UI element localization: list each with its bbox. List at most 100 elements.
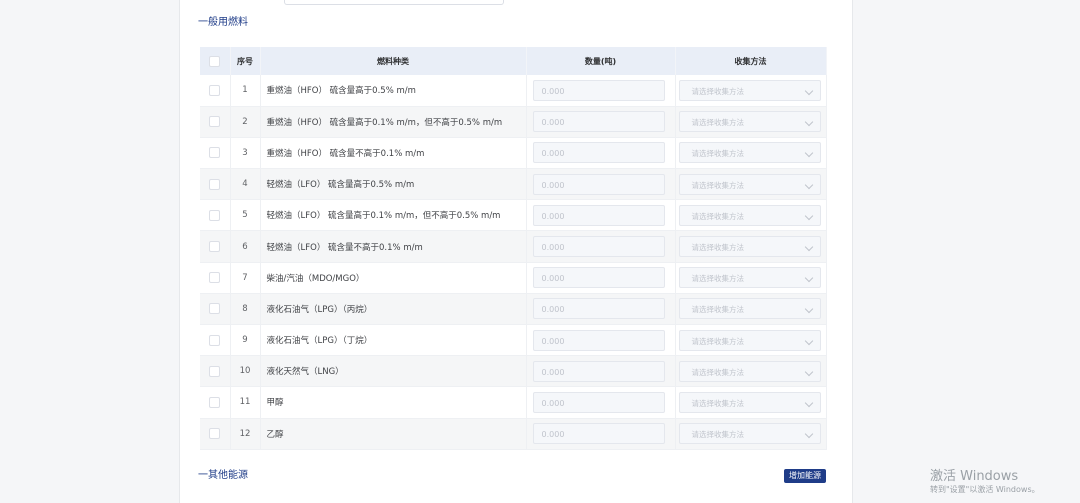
- row-checkbox[interactable]: [209, 147, 221, 159]
- table-row: 10 液化天然气（LNG） 0.000 请选择收集方法: [200, 355, 827, 388]
- fuel-section-title: 一般用燃料: [198, 17, 248, 28]
- row-checkbox[interactable]: [209, 116, 221, 128]
- collection-method-placeholder: 请选择收集方法: [691, 305, 745, 315]
- collection-method-placeholder: 请选择收集方法: [691, 118, 745, 128]
- row-check-cell: [200, 75, 231, 107]
- method-cell: 请选择收集方法: [675, 355, 827, 388]
- header-fuel-type: 燃料种类: [260, 47, 527, 75]
- quantity-cell: 0.000: [526, 230, 676, 263]
- add-energy-button[interactable]: 增加能源: [784, 469, 826, 483]
- collection-method-select[interactable]: 请选择收集方法: [678, 236, 821, 258]
- fuel-type-label: 液化石油气（LPG）（丙烷）: [260, 293, 527, 326]
- row-checkbox[interactable]: [209, 396, 221, 408]
- row-number: 3: [230, 137, 261, 170]
- chevron-down-icon: [804, 336, 813, 345]
- table-row: 7 柴油/汽油（MDO/MGO） 0.000 请选择收集方法: [200, 262, 827, 294]
- chevron-down-icon: [804, 149, 813, 158]
- right-gutter: [852, 0, 1080, 503]
- row-check-cell: [200, 137, 231, 170]
- row-checkbox[interactable]: [209, 428, 221, 440]
- quantity-cell: 0.000: [526, 199, 676, 232]
- collection-method-select[interactable]: 请选择收集方法: [678, 298, 821, 320]
- fuel-table: 序号 燃料种类 数量(吨) 收集方法 1 重燃油（HFO） 硫含量高于0.5% m…: [200, 47, 827, 450]
- row-checkbox[interactable]: [209, 334, 221, 346]
- row-checkbox[interactable]: [209, 241, 221, 253]
- collection-method-placeholder: 请选择收集方法: [691, 243, 745, 253]
- chevron-down-icon: [804, 305, 813, 314]
- method-cell: 请选择收集方法: [675, 230, 827, 263]
- row-number: 9: [230, 324, 261, 357]
- table-row: 1 重燃油（HFO） 硫含量高于0.5% m/m 0.000 请选择收集方法: [200, 75, 827, 107]
- quantity-input[interactable]: 0.000: [532, 173, 665, 195]
- quantity-input[interactable]: 0.000: [532, 329, 665, 351]
- row-check-cell: [200, 106, 231, 138]
- row-number: 4: [230, 168, 261, 201]
- table-row: 12 乙醇 0.000 请选择收集方法: [200, 418, 827, 450]
- collection-method-select[interactable]: 请选择收集方法: [678, 204, 821, 226]
- quantity-cell: 0.000: [526, 137, 676, 170]
- fuel-type-label: 重燃油（HFO） 硫含量高于0.1% m/m，但不高于0.5% m/m: [260, 106, 527, 138]
- collection-method-placeholder: 请选择收集方法: [691, 336, 745, 346]
- row-checkbox[interactable]: [209, 84, 221, 96]
- collection-method-placeholder: 请选择收集方法: [691, 430, 745, 440]
- row-number: 12: [230, 418, 261, 450]
- chevron-down-icon: [804, 118, 813, 127]
- header-no: 序号: [230, 47, 261, 75]
- quantity-input[interactable]: 0.000: [532, 236, 665, 258]
- quantity-cell: 0.000: [526, 262, 676, 294]
- form-panel: 一般用燃料 序号 燃料种类 数量(吨) 收集方法 1 重燃油（HFO） 硫含量高于…: [180, 0, 852, 503]
- quantity-input[interactable]: 0.000: [532, 423, 665, 445]
- table-row: 4 轻燃油（LFO） 硫含量高于0.5% m/m 0.000 请选择收集方法: [200, 168, 827, 201]
- collection-method-select[interactable]: 请选择收集方法: [678, 79, 821, 101]
- chevron-down-icon: [804, 273, 813, 283]
- row-check-cell: [200, 230, 231, 263]
- collection-method-placeholder: 请选择收集方法: [691, 274, 745, 284]
- collection-method-select[interactable]: 请选择收集方法: [678, 423, 821, 445]
- fuel-type-label: 液化天然气（LNG）: [260, 355, 527, 388]
- collection-method-select[interactable]: 请选择收集方法: [678, 142, 821, 164]
- row-check-cell: [200, 293, 231, 326]
- windows-activation-watermark: 激活 Windows 转到"设置"以激活 Windows。: [930, 469, 1040, 496]
- quantity-input[interactable]: 0.000: [532, 298, 665, 320]
- method-cell: 请选择收集方法: [675, 293, 827, 326]
- row-checkbox[interactable]: [209, 303, 221, 315]
- fuel-type-label: 轻燃油（LFO） 硫含量不高于0.1% m/m: [260, 230, 527, 263]
- top-input-field[interactable]: [284, 0, 504, 5]
- other-energy-section-title: 一其他能源: [198, 470, 248, 481]
- fuel-type-label: 柴油/汽油（MDO/MGO）: [260, 262, 527, 294]
- chevron-down-icon: [804, 86, 813, 96]
- collection-method-select[interactable]: 请选择收集方法: [678, 329, 821, 351]
- row-number: 10: [230, 355, 261, 388]
- collection-method-select[interactable]: 请选择收集方法: [678, 360, 821, 382]
- collection-method-placeholder: 请选择收集方法: [691, 367, 745, 377]
- select-all-checkbox[interactable]: [209, 55, 221, 67]
- collection-method-select[interactable]: 请选择收集方法: [678, 111, 821, 133]
- table-row: 6 轻燃油（LFO） 硫含量不高于0.1% m/m 0.000 请选择收集方法: [200, 230, 827, 263]
- quantity-input[interactable]: 0.000: [532, 267, 665, 289]
- table-row: 2 重燃油（HFO） 硫含量高于0.1% m/m，但不高于0.5% m/m 0.00…: [200, 106, 827, 138]
- quantity-input[interactable]: 0.000: [532, 204, 665, 226]
- row-checkbox[interactable]: [209, 365, 221, 377]
- method-cell: 请选择收集方法: [675, 324, 827, 357]
- collection-method-select[interactable]: 请选择收集方法: [678, 173, 821, 195]
- collection-method-select[interactable]: 请选择收集方法: [678, 267, 821, 289]
- select-all-cell: [200, 47, 231, 75]
- row-check-cell: [200, 262, 231, 294]
- row-check-cell: [200, 355, 231, 388]
- row-checkbox[interactable]: [209, 209, 221, 221]
- quantity-input[interactable]: 0.000: [532, 360, 665, 382]
- method-cell: 请选择收集方法: [675, 386, 827, 419]
- method-cell: 请选择收集方法: [675, 137, 827, 170]
- quantity-input[interactable]: 0.000: [532, 79, 665, 101]
- row-checkbox[interactable]: [209, 178, 221, 190]
- chevron-down-icon: [804, 367, 813, 377]
- quantity-cell: 0.000: [526, 355, 676, 388]
- row-checkbox[interactable]: [209, 272, 221, 284]
- quantity-input[interactable]: 0.000: [532, 391, 665, 413]
- collection-method-placeholder: 请选择收集方法: [691, 86, 745, 96]
- quantity-input[interactable]: 0.000: [532, 111, 665, 133]
- fuel-type-label: 液化石油气（LPG）（丁烷）: [260, 324, 527, 357]
- quantity-input[interactable]: 0.000: [532, 142, 665, 164]
- table-row: 11 甲醇 0.000 请选择收集方法: [200, 386, 827, 419]
- collection-method-select[interactable]: 请选择收集方法: [678, 391, 821, 413]
